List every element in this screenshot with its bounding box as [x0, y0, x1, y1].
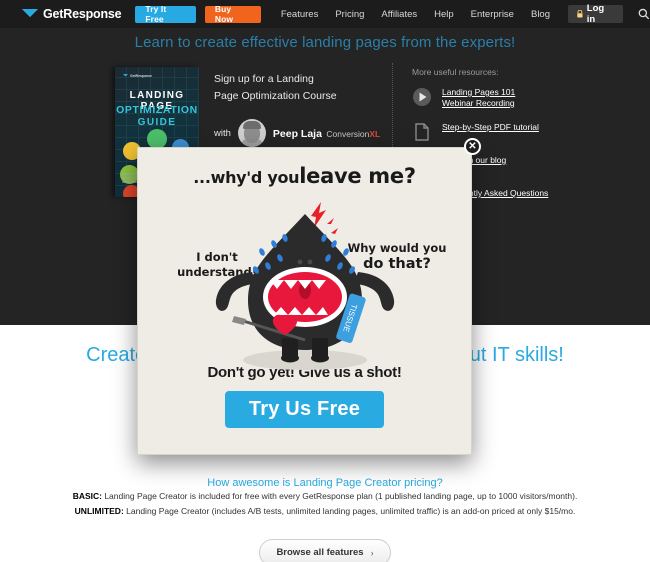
browse-all-features-button[interactable]: Browse all features ›: [259, 539, 391, 562]
nav-link-affiliates[interactable]: Affiliates: [381, 9, 417, 20]
speaker-title-accent: XL: [369, 129, 381, 139]
resource-link-line1[interactable]: Landing Pages 101: [442, 87, 515, 98]
hero-title: Learn to create effective landing pages …: [134, 34, 516, 51]
modal-headline-big: leave me?: [299, 164, 416, 188]
pricing-label-unlimited: UNLIMITED:: [74, 506, 124, 516]
book-logo-text: GetResponse: [130, 74, 152, 78]
resource-link-pdf[interactable]: Step-by-Step PDF tutorial: [442, 122, 539, 133]
speaker-info: Peep Laja ConversionXL: [273, 124, 380, 142]
signup-line-1: Sign up for a Landing: [214, 73, 314, 85]
nav-link-pricing[interactable]: Pricing: [335, 9, 364, 20]
pricing-row-unlimited: UNLIMITED: Landing Page Creator (include…: [0, 504, 650, 519]
book-logo: GetResponse: [123, 74, 152, 78]
nav-link-blog[interactable]: Blog: [531, 9, 550, 20]
document-icon: [415, 123, 429, 141]
pricing-text-basic: Landing Page Creator is included for fre…: [101, 491, 578, 501]
resource-links-pdf: Step-by-Step PDF tutorial: [442, 122, 539, 133]
search-icon[interactable]: [638, 8, 650, 20]
buy-now-button[interactable]: Buy Now: [204, 4, 261, 24]
nav-link-help[interactable]: Help: [434, 9, 454, 20]
envelope-icon: [22, 8, 38, 20]
resource-item-webinar[interactable]: Landing Pages 101 Webinar Recording: [412, 87, 642, 109]
brand-name: GetResponse: [43, 7, 122, 21]
try-us-free-button[interactable]: Try Us Free: [224, 391, 385, 428]
book-title-line3: GUIDE: [137, 117, 177, 128]
play-circle-icon: [413, 88, 431, 106]
login-button[interactable]: Log in: [568, 3, 624, 25]
modal-headline-small: ...why'd you: [193, 168, 300, 187]
nav-link-features[interactable]: Features: [281, 9, 319, 20]
page-root: GetResponse Try It Free Buy Now Features…: [0, 0, 650, 562]
modal-headline: ...why'd youleave me?: [138, 148, 471, 188]
lock-icon: [577, 10, 583, 18]
with-label: with: [214, 127, 231, 139]
pricing-heading: How awesome is Landing Page Creator pric…: [207, 477, 443, 489]
book-title-line2: OPTIMIZATION: [116, 104, 198, 116]
modal-button-wrap: Try Us Free: [138, 391, 471, 428]
pricing-text-unlimited: Landing Page Creator (includes A/B tests…: [123, 506, 576, 516]
pricing-row-basic: BASIC: Landing Page Creator is included …: [0, 489, 650, 504]
resource-link-line2[interactable]: Webinar Recording: [442, 98, 515, 109]
close-icon[interactable]: ✕: [464, 138, 481, 155]
resources-heading: More useful resources:: [412, 67, 499, 77]
exit-intent-modal: ✕ ...why'd youleave me? I don't understa…: [137, 138, 481, 455]
crying-monster-illustration: TISSUE: [215, 202, 394, 370]
signup-line-2: Page Optimization Course: [214, 90, 337, 102]
nav-link-enterprise[interactable]: Enterprise: [471, 9, 514, 20]
brand-logo[interactable]: GetResponse: [22, 7, 122, 21]
modal-illustration: I don't understand! Why would you do tha…: [138, 188, 471, 370]
top-navigation-bar: GetResponse Try It Free Buy Now Features…: [0, 0, 650, 28]
speaker-row: with Peep Laja ConversionXL: [214, 119, 384, 147]
signup-block: Sign up for a Landing Page Optimization …: [214, 71, 384, 147]
chevron-right-icon: ›: [370, 547, 374, 558]
resource-links-webinar: Landing Pages 101 Webinar Recording: [442, 87, 515, 109]
avatar: [237, 119, 266, 147]
book-bubble-green: [147, 129, 167, 149]
speaker-name: Peep Laja: [272, 128, 322, 140]
pricing-label-basic: BASIC:: [72, 491, 102, 501]
try-it-free-button[interactable]: Try It Free: [135, 4, 196, 24]
resource-item-pdf[interactable]: Step-by-Step PDF tutorial: [412, 122, 642, 142]
browse-button-wrap: Browse all features ›: [0, 539, 650, 562]
browse-button-label: Browse all features: [276, 547, 364, 558]
login-label: Log in: [586, 3, 605, 25]
speaker-title: ConversionXL: [326, 129, 381, 139]
